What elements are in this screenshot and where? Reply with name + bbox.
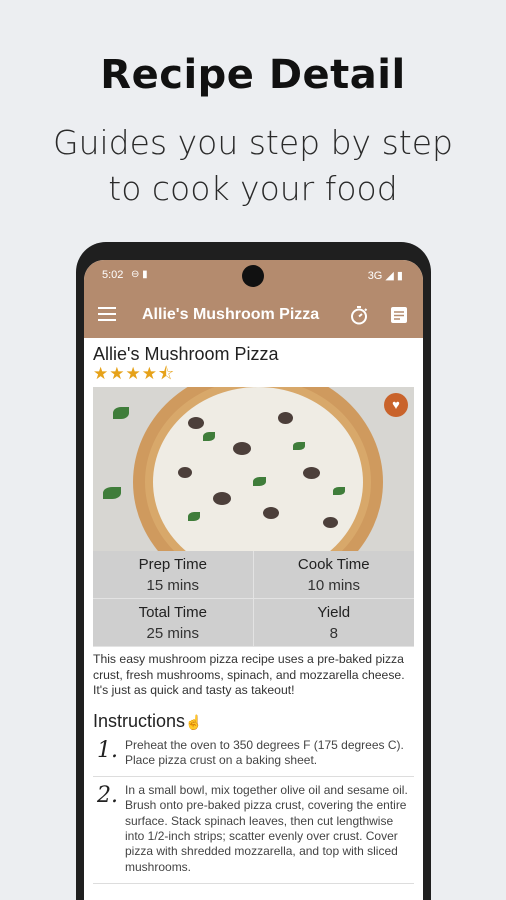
recipe-description: This easy mushroom pizza recipe uses a p… xyxy=(93,652,405,697)
rating-stars: ★★★★⯪ xyxy=(93,364,176,383)
app-bar-title: Allie's Mushroom Pizza xyxy=(142,306,320,323)
info-value: 25 mins xyxy=(146,625,200,642)
recipe-title: Allie's Mushroom Pizza xyxy=(93,344,279,364)
status-bar: 5:02 ⊖ ▮ 3G ◢ ▮ xyxy=(84,260,423,292)
spinach-leaf xyxy=(103,487,121,499)
mushroom-slice xyxy=(213,492,231,505)
spinach-leaf xyxy=(203,432,215,441)
step-number: 2. xyxy=(97,783,118,809)
info-value: 15 mins xyxy=(146,577,200,594)
mushroom-slice xyxy=(323,517,338,528)
info-label: Cook Time xyxy=(297,556,370,573)
info-cell-total-time: Total Time 25 mins xyxy=(93,599,254,647)
promo-title: Recipe Detail xyxy=(100,52,406,98)
spinach-leaf xyxy=(188,512,200,521)
front-camera xyxy=(242,265,264,287)
mushroom-slice xyxy=(233,442,251,455)
recipe-info-grid: Prep Time 15 mins Cook Time 10 mins Tota… xyxy=(93,551,414,647)
spinach-leaf xyxy=(253,477,266,486)
heart-icon: ♥ xyxy=(392,397,400,412)
info-label: Prep Time xyxy=(138,556,207,573)
promo-subtitle-line1: Guides you step by step xyxy=(53,123,453,162)
mushroom-slice xyxy=(188,417,204,429)
spinach-leaf xyxy=(113,407,129,419)
spinach-leaf xyxy=(293,442,305,450)
info-cell-cook-time: Cook Time 10 mins xyxy=(253,551,414,599)
spinach-leaf xyxy=(333,487,345,495)
mushroom-slice xyxy=(263,507,279,519)
menu-icon[interactable] xyxy=(98,307,116,321)
status-network-battery: 3G ◢ ▮ xyxy=(367,270,403,282)
timer-icon[interactable] xyxy=(349,305,369,325)
step-text: Preheat the oven to 350 degrees F (175 d… xyxy=(125,737,404,767)
notes-icon[interactable] xyxy=(389,305,409,325)
app-bar: Allie's Mushroom Pizza xyxy=(84,292,423,338)
mushroom-slice xyxy=(278,412,293,424)
recipe-photo: ♥ xyxy=(93,387,414,551)
info-cell-yield: Yield 8 xyxy=(253,599,414,647)
recipe-content[interactable]: Allie's Mushroom Pizza ★★★★⯪ ♥ Prep Time… xyxy=(84,338,423,884)
hand-icon: ☝ xyxy=(185,713,203,730)
info-cell-prep-time: Prep Time 15 mins xyxy=(93,551,254,599)
instructions-heading-text: Instructions xyxy=(93,710,186,731)
mushroom-slice xyxy=(178,467,192,478)
info-label: Total Time xyxy=(138,604,207,621)
instructions-heading: Instructions☝ xyxy=(93,711,414,732)
step-number: 1. xyxy=(97,737,118,763)
info-label: Yield xyxy=(317,604,351,621)
status-time: 5:02 xyxy=(102,269,124,281)
mushroom-slice xyxy=(303,467,320,479)
info-value: 8 xyxy=(329,625,338,642)
phone-screen: 5:02 ⊖ ▮ 3G ◢ ▮ Allie's Mushroom Pizza A… xyxy=(84,260,423,900)
status-notification-icons: ⊖ ▮ xyxy=(131,269,148,280)
step-text: In a small bowl, mix together olive oil … xyxy=(125,783,408,874)
promo-subtitle-line2: to cook your food xyxy=(108,169,398,208)
info-value: 10 mins xyxy=(307,577,361,594)
promo-subtitle: Guides you step by step to cook your foo… xyxy=(0,120,506,212)
favorite-button[interactable]: ♥ xyxy=(384,393,408,417)
instruction-step: 2. In a small bowl, mix together olive o… xyxy=(93,777,414,884)
instruction-step: 1. Preheat the oven to 350 degrees F (17… xyxy=(93,732,414,778)
